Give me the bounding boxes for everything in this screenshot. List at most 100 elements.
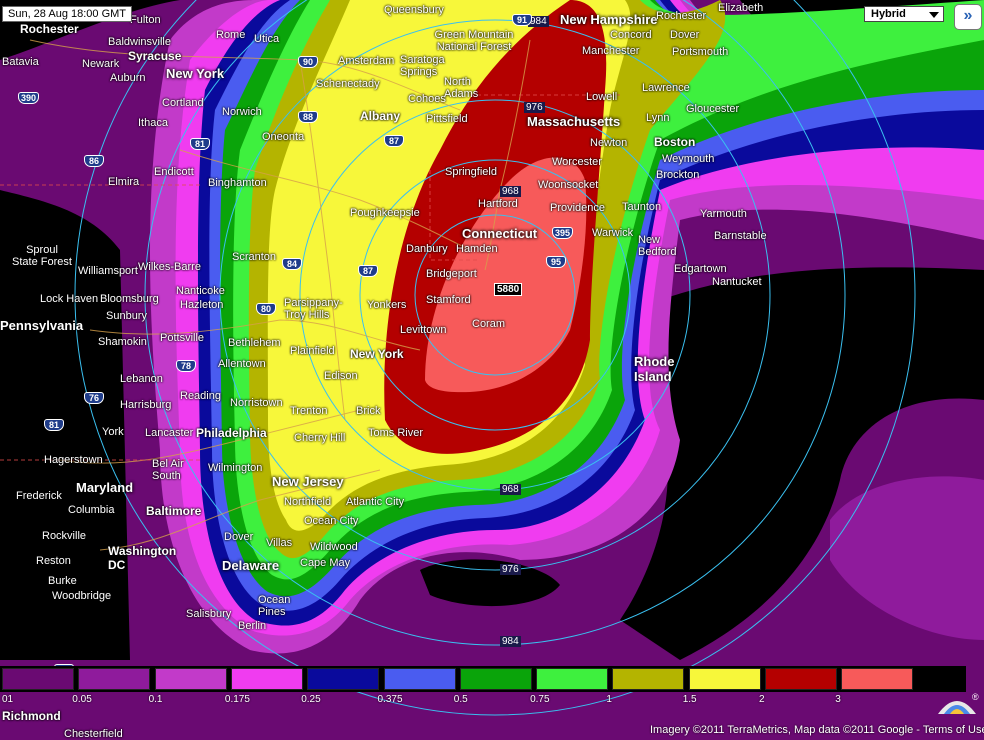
- city-label: Cherry Hill: [294, 432, 346, 444]
- city-label: Gloucester: [686, 103, 740, 115]
- city-label: Rome: [216, 29, 246, 41]
- city-label: Sproul State Forest: [12, 244, 72, 268]
- highway-shield: 87: [358, 265, 378, 277]
- highway-shield: 91: [512, 14, 532, 26]
- state-label-rhode-island: Rhode Island: [634, 354, 675, 384]
- legend-swatch: [459, 668, 532, 690]
- city-label: New Bedford: [638, 234, 677, 258]
- city-label: Rochester: [20, 22, 79, 36]
- city-label: Hazleton: [180, 299, 224, 311]
- city-label: Green Mountain National Forest: [434, 29, 514, 53]
- city-label: Lebanon: [120, 373, 163, 385]
- state-label-connecticut: Connecticut: [462, 226, 538, 241]
- city-label: Lock Haven: [40, 293, 99, 305]
- city-label: Pottsville: [160, 332, 205, 344]
- city-label: Shamokin: [98, 336, 147, 348]
- logo-registered-mark: ®: [972, 692, 979, 702]
- legend-tick-label: 1.5: [682, 694, 697, 705]
- highway-shield: 80: [256, 303, 276, 315]
- city-label: Saratoga Springs: [400, 54, 445, 78]
- city-label: Toms River: [368, 427, 424, 439]
- legend-swatch: [2, 668, 74, 690]
- city-label: Newark: [82, 58, 120, 70]
- state-label-maryland: Maryland: [76, 480, 134, 495]
- city-label: Providence: [550, 202, 606, 214]
- highway-shield: 390: [18, 92, 40, 104]
- timestamp-label: Sun, 28 Aug 18:00 GMT: [2, 6, 133, 22]
- city-label: Dover: [224, 531, 254, 543]
- attribution: Imagery ©2011 TerraMetrics, Map data ©20…: [650, 724, 984, 736]
- city-label: Washington DC: [108, 544, 177, 572]
- city-label: Stamford: [426, 294, 471, 306]
- legend-swatch: [230, 668, 303, 690]
- city-label: Reston: [36, 555, 71, 567]
- state-label-delaware: Delaware: [222, 558, 280, 573]
- city-label: Sunbury: [106, 310, 147, 322]
- legend-tick-label: 0.175: [224, 694, 250, 705]
- state-label-new-hampshire: New Hampshire: [560, 12, 658, 27]
- legend-swatch: [612, 668, 685, 690]
- city-label: Cortland: [162, 97, 204, 109]
- terms-of-use-link[interactable]: Terms of Use: [923, 724, 984, 736]
- legend-swatch: [307, 668, 380, 690]
- city-label: Norristown: [230, 397, 283, 409]
- map-type-dropdown[interactable]: Hybrid: [864, 6, 944, 22]
- city-label: Chesterfield: [64, 728, 123, 740]
- legend-tick-label: 2: [759, 694, 765, 705]
- city-label: Northfield: [284, 496, 332, 508]
- highway-shield: 395: [552, 227, 574, 239]
- legend-swatch: [383, 668, 456, 690]
- city-label: Ocean City: [304, 515, 359, 527]
- city-label: Baldwinsville: [108, 36, 171, 48]
- city-label: Cape May: [300, 557, 351, 569]
- city-label: Newton: [590, 137, 628, 149]
- city-label: Edgartown: [674, 263, 727, 275]
- city-label: Rochester: [656, 10, 707, 22]
- city-label: Wilkes-Barre: [138, 261, 201, 273]
- contour-label-5880: 5880: [494, 283, 523, 296]
- city-label: Auburn: [110, 72, 146, 84]
- legend-swatch: [765, 668, 837, 690]
- weather-map[interactable]: [0, 0, 984, 740]
- city-label: Lowell: [586, 91, 618, 103]
- city-label: Worcester: [552, 156, 602, 168]
- city-label: Nantucket: [712, 276, 762, 288]
- legend-tick-label: 0.05: [72, 694, 92, 705]
- city-label: Yarmouth: [700, 208, 747, 220]
- highway-shield: 81: [44, 419, 64, 431]
- legend-swatch: [536, 668, 609, 690]
- city-label: Yonkers: [367, 299, 407, 311]
- city-label: Berlin: [238, 620, 267, 632]
- city-label: Danbury: [406, 243, 448, 255]
- legend-tick-label: 0.25: [301, 694, 321, 705]
- legend-tick-label: 1: [606, 694, 612, 705]
- city-label: Brockton: [656, 169, 700, 181]
- city-label: Concord: [610, 29, 652, 41]
- city-label: Hartford: [478, 198, 518, 210]
- city-label: Pittsfield: [426, 113, 468, 125]
- city-label: Rockville: [42, 530, 87, 542]
- contour-label-976: 976: [500, 564, 521, 575]
- highway-shield: 78: [176, 360, 196, 372]
- city-label: Lawrence: [642, 82, 690, 94]
- legend-tick-label: 0.75: [530, 694, 550, 705]
- expand-panel-button[interactable]: »: [954, 4, 982, 30]
- legend-swatch: [78, 668, 151, 690]
- legend-swatch: [841, 668, 914, 690]
- city-label: Allentown: [218, 358, 266, 370]
- city-label: Bloomsburg: [100, 293, 159, 305]
- city-label: Woonsocket: [538, 179, 599, 191]
- city-label: Hamden: [456, 243, 498, 255]
- city-label: Bridgeport: [426, 268, 477, 280]
- city-label: Poughkeepsie: [350, 207, 420, 219]
- city-label: Philadelphia: [196, 426, 267, 440]
- city-label: Endicott: [154, 166, 194, 178]
- city-label: Manchester: [582, 45, 640, 57]
- highway-shield: 86: [84, 155, 104, 167]
- city-label: Levittown: [400, 324, 447, 336]
- city-label: Taunton: [622, 201, 662, 213]
- city-label: Warwick: [592, 227, 634, 239]
- city-label: Utica: [254, 33, 280, 45]
- city-label: Salisbury: [186, 608, 232, 620]
- color-legend: 01 0.05 0.1 0.175 0.25 0.375 0.5 0.75 1 1.5 2 3: [0, 661, 966, 709]
